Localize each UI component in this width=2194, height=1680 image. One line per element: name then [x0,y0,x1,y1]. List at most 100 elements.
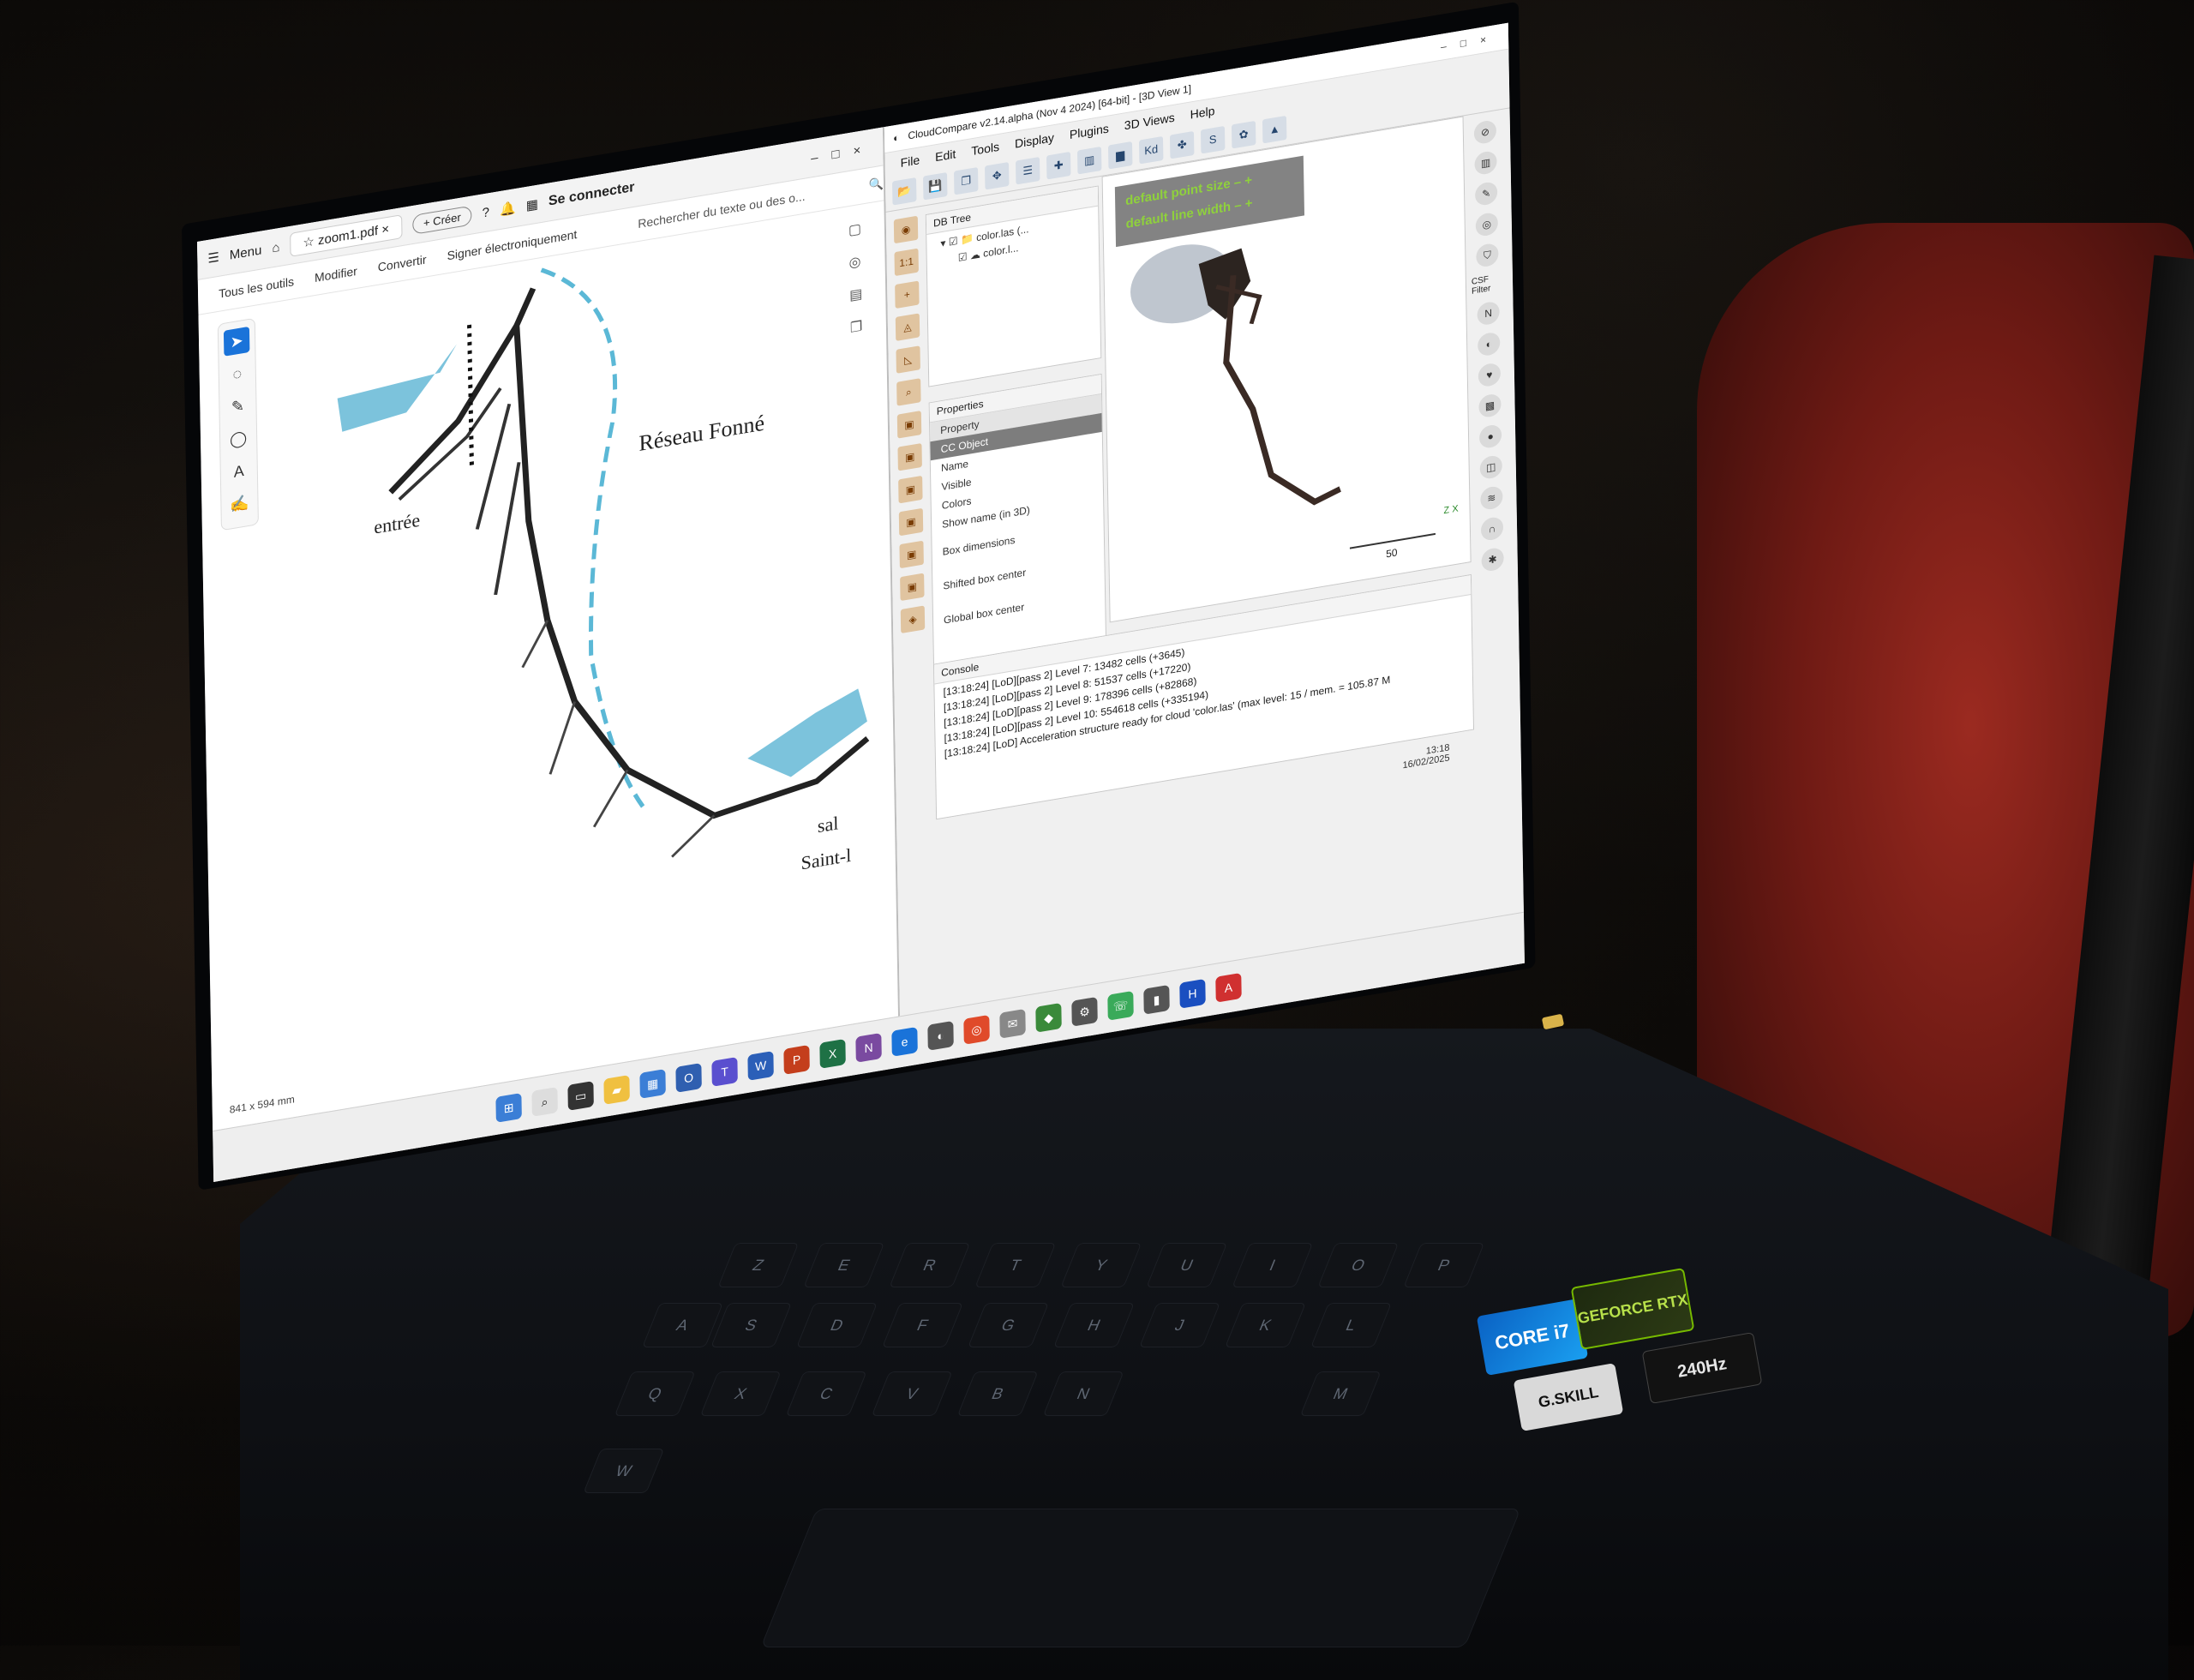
film-icon[interactable]: ▥ [1474,149,1497,177]
view-front-icon[interactable]: ▣ [897,442,922,471]
bar-chart-icon[interactable]: ▆ [1107,141,1133,170]
menu-display[interactable]: Display [1015,130,1054,151]
shield-icon[interactable]: ⛉ [1476,242,1499,268]
excel-icon[interactable]: X [819,1038,846,1069]
zoom-icon[interactable]: ⌕ [896,378,921,406]
hamburger-icon[interactable]: ☰ [207,249,219,267]
acrobat-icon[interactable]: A [1215,972,1242,1003]
search-panel-icon[interactable]: ◎ [848,251,869,275]
pen-icon[interactable]: ✎ [225,392,251,422]
chrome-icon[interactable]: ◎ [963,1014,990,1045]
star-icon[interactable]: ☆ [303,234,315,250]
add-point-icon[interactable]: ✚ [1046,151,1071,180]
search-icon[interactable]: ⌕ [531,1086,558,1117]
menu-help[interactable]: Help [1190,104,1215,122]
store-icon[interactable]: ▦ [639,1068,666,1099]
onenote-icon[interactable]: N [855,1032,882,1063]
teams-icon[interactable]: T [711,1056,738,1087]
transform-icon[interactable]: ✥ [984,161,1010,190]
iso-view-icon[interactable]: ◈ [900,605,926,634]
3d-view[interactable]: default point size – + default line widt… [1101,116,1472,623]
image-icon[interactable]: ▩ [1478,393,1502,419]
csf-filter-label[interactable]: CSF Filter [1472,272,1506,297]
edge-icon[interactable]: e [891,1026,918,1057]
heart-icon[interactable]: ♥ [1478,362,1502,388]
perspective-icon[interactable]: ◺ [896,345,920,374]
menu-3d-views[interactable]: 3D Views [1124,111,1175,133]
camera-icon[interactable]: ◉ [893,215,919,244]
whatsapp-icon[interactable]: ☏ [1107,990,1134,1021]
save-icon[interactable]: 💾 [923,171,948,201]
h-app-icon[interactable]: H [1179,978,1206,1009]
windows-start-icon[interactable]: ⊞ [495,1093,522,1123]
create-button[interactable]: + Créer [411,205,472,235]
mail-icon[interactable]: ✉ [999,1008,1026,1039]
list-icon[interactable]: ☰ [1015,156,1040,185]
puzzle-icon[interactable]: ✤ [1169,130,1195,159]
menu-convert[interactable]: Convertir [378,252,427,273]
apps-icon[interactable]: ▦ [526,196,538,213]
disable-icon[interactable]: ⊘ [1473,119,1497,146]
view-left-icon[interactable]: ▣ [898,475,923,504]
magnet-icon[interactable]: ∩ [1480,515,1504,543]
clone-icon[interactable]: ❐ [954,166,979,195]
lasso-icon[interactable]: ◯ [225,424,252,454]
menu-plugins[interactable]: Plugins [1070,121,1109,141]
task-view-icon[interactable]: ▭ [567,1080,594,1111]
maps-icon[interactable]: ◆ [1035,1002,1062,1033]
bell-icon[interactable]: 🔔 [500,200,516,218]
plugin-icon[interactable]: ✿ [1231,120,1256,149]
menu-edit[interactable]: Edit [935,147,956,164]
menu-button[interactable]: Menu [230,243,262,262]
outlook-icon[interactable]: O [675,1062,702,1093]
menu-edit[interactable]: Modifier [315,264,357,285]
open-icon[interactable]: 📂 [892,177,917,206]
comment-panel-icon[interactable]: ▢ [848,219,869,243]
home-icon[interactable]: ⌂ [272,239,279,255]
powerpoint-icon[interactable]: P [783,1044,810,1075]
terminal-icon[interactable]: ▮ [1143,984,1170,1015]
bookmark-icon[interactable]: ▤ [849,284,870,308]
cube-icon[interactable]: ◫ [1479,453,1502,481]
layers-icon[interactable]: ≋ [1480,484,1503,512]
green-dot-icon[interactable]: ● [1478,423,1502,450]
help-icon[interactable]: ? [483,205,490,220]
menu-tools[interactable]: Tools [971,140,999,158]
kd-tree-icon[interactable]: Kd [1138,135,1164,165]
label-saint: Saint-l [800,844,851,874]
word-icon[interactable]: W [747,1050,774,1081]
menu-file[interactable]: File [901,153,920,170]
auto-pivot-icon[interactable]: ◬ [895,313,920,341]
copy-icon[interactable]: ❐ [850,316,871,340]
zoom-1to1-icon[interactable]: 1:1 [894,248,919,277]
cloud-layer-icon[interactable]: ◐ [1478,331,1501,357]
settings-icon[interactable]: ⚙ [1071,996,1098,1027]
histogram-icon[interactable]: ▥ [1076,146,1102,175]
view-bottom-icon[interactable]: ▣ [900,573,925,602]
pivot-icon[interactable]: + [895,280,920,309]
cloudcompare-task-icon[interactable]: ◐ [927,1020,954,1051]
compass-icon[interactable]: ◎ [1475,211,1499,238]
select-cursor-icon[interactable]: ➤ [223,326,250,357]
map-title: Réseau Fonné [638,411,764,456]
north-arrow-icon[interactable]: N [1477,300,1500,327]
terrain-icon[interactable]: ▲ [1262,115,1287,144]
curve-icon[interactable]: S [1200,125,1226,154]
system-tray[interactable]: 13:18 16/02/2025 [1402,742,1449,771]
search-icon[interactable]: 🔍 [868,176,884,193]
window-controls[interactable]: –□× [1441,31,1500,52]
window-controls[interactable]: –□× [811,141,874,165]
menu-all-tools[interactable]: Tous les outils [219,274,294,301]
stamp-icon[interactable]: ✍ [226,489,253,519]
sign-in-button[interactable]: Se connecter [548,180,635,210]
comment-icon[interactable]: ◌ [225,359,251,389]
brush-icon[interactable]: ✎ [1474,180,1498,207]
view-top-icon[interactable]: ▣ [896,411,922,439]
bug-icon[interactable]: ✱ [1481,546,1504,573]
tab-title: zoom1.pdf [317,223,379,249]
text-tool-icon[interactable]: A [226,456,253,486]
close-icon[interactable]: × [381,222,389,237]
view-right-icon[interactable]: ▣ [899,540,924,569]
view-back-icon[interactable]: ▣ [898,507,924,537]
file-explorer-icon[interactable]: ▰ [603,1074,630,1105]
